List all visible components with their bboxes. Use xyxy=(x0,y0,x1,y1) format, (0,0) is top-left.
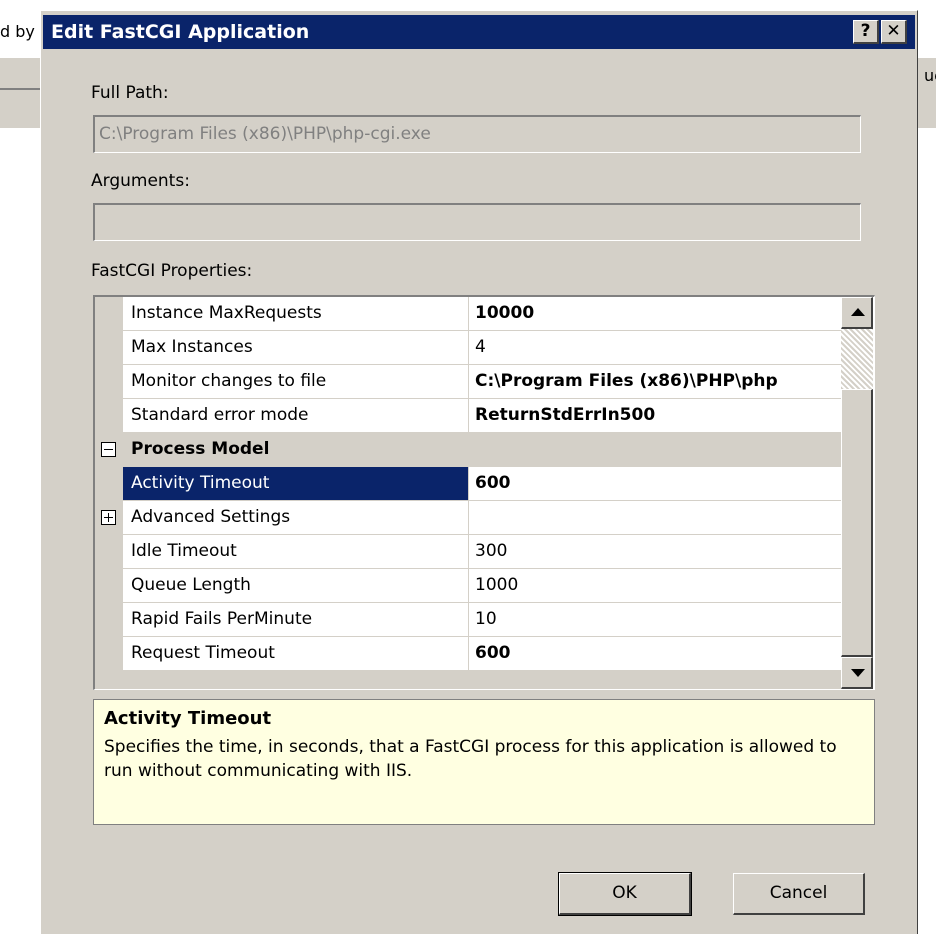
scroll-up-button[interactable] xyxy=(841,297,873,329)
property-value[interactable]: 300 xyxy=(469,535,841,569)
property-name: Standard error mode xyxy=(123,399,469,433)
arguments-label: Arguments: xyxy=(91,171,190,191)
property-name: Queue Length xyxy=(123,569,469,603)
dialog-titlebar[interactable]: Edit FastCGI Application ? ✕ xyxy=(43,15,915,49)
fastcgi-properties-label: FastCGI Properties: xyxy=(91,261,253,281)
vertical-scrollbar[interactable] xyxy=(841,297,873,689)
property-name: Instance MaxRequests xyxy=(123,297,469,331)
ok-button[interactable]: OK xyxy=(558,872,692,916)
help-button[interactable]: ? xyxy=(853,20,879,44)
cancel-button[interactable]: Cancel xyxy=(733,873,865,915)
property-value[interactable]: 600 xyxy=(469,467,841,501)
property-value[interactable]: ReturnStdErrIn500 xyxy=(469,399,841,433)
property-row-rapid-fails[interactable]: Rapid Fails PerMinute 10 xyxy=(95,603,841,637)
description-title: Activity Timeout xyxy=(104,708,272,729)
edit-fastcgi-dialog: Edit FastCGI Application ? ✕ Full Path: … xyxy=(40,10,918,934)
description-panel: Activity Timeout Specifies the time, in … xyxy=(93,699,875,825)
arrow-up-icon xyxy=(851,308,865,316)
collapse-icon[interactable] xyxy=(101,442,116,457)
expand-icon[interactable] xyxy=(101,510,116,525)
property-row-instance-maxrequests[interactable]: Instance MaxRequests 10000 xyxy=(95,297,841,331)
property-value[interactable]: C:\Program Files (x86)\PHP\php xyxy=(469,365,841,399)
scroll-down-button[interactable] xyxy=(841,657,873,689)
property-name: Activity Timeout xyxy=(123,467,469,501)
property-value[interactable]: 10000 xyxy=(469,297,841,331)
property-row-advanced-settings[interactable]: Advanced Settings xyxy=(95,501,841,535)
property-row-activity-timeout[interactable]: Activity Timeout 600 xyxy=(95,467,841,501)
grid-footer xyxy=(95,671,841,689)
background-text-fragment: d by xyxy=(0,22,35,41)
property-row-request-timeout[interactable]: Request Timeout 600 xyxy=(95,637,841,671)
scroll-thumb[interactable] xyxy=(841,389,873,657)
background-text-fragment-right: ue xyxy=(924,66,936,85)
property-value xyxy=(469,501,841,535)
property-grid[interactable]: Instance MaxRequests 10000 Max Instances… xyxy=(93,295,875,690)
arguments-field[interactable] xyxy=(93,203,861,241)
category-name: Process Model xyxy=(123,433,841,467)
property-row-monitor-changes[interactable]: Monitor changes to file C:\Program Files… xyxy=(95,365,841,399)
description-text: Specifies the time, in seconds, that a F… xyxy=(104,737,837,781)
property-name: Request Timeout xyxy=(123,637,469,671)
property-value[interactable]: 600 xyxy=(469,637,841,671)
property-row-idle-timeout[interactable]: Idle Timeout 300 xyxy=(95,535,841,569)
full-path-label: Full Path: xyxy=(91,83,169,103)
dialog-title: Edit FastCGI Application xyxy=(51,21,310,43)
property-name: Max Instances xyxy=(123,331,469,365)
arrow-down-icon xyxy=(851,669,865,677)
property-value[interactable]: 4 xyxy=(469,331,841,365)
property-name: Idle Timeout xyxy=(123,535,469,569)
property-name: Monitor changes to file xyxy=(123,365,469,399)
scroll-track[interactable] xyxy=(841,329,873,389)
property-name: Rapid Fails PerMinute xyxy=(123,603,469,637)
property-name: Advanced Settings xyxy=(123,501,469,535)
property-row-queue-length[interactable]: Queue Length 1000 xyxy=(95,569,841,603)
category-row-process-model[interactable]: Process Model xyxy=(95,433,841,467)
property-value[interactable]: 1000 xyxy=(469,569,841,603)
property-row-max-instances[interactable]: Max Instances 4 xyxy=(95,331,841,365)
close-button[interactable]: ✕ xyxy=(881,20,907,44)
property-value[interactable]: 10 xyxy=(469,603,841,637)
property-row-standard-error-mode[interactable]: Standard error mode ReturnStdErrIn500 xyxy=(95,399,841,433)
full-path-field[interactable]: C:\Program Files (x86)\PHP\php-cgi.exe xyxy=(93,115,861,153)
